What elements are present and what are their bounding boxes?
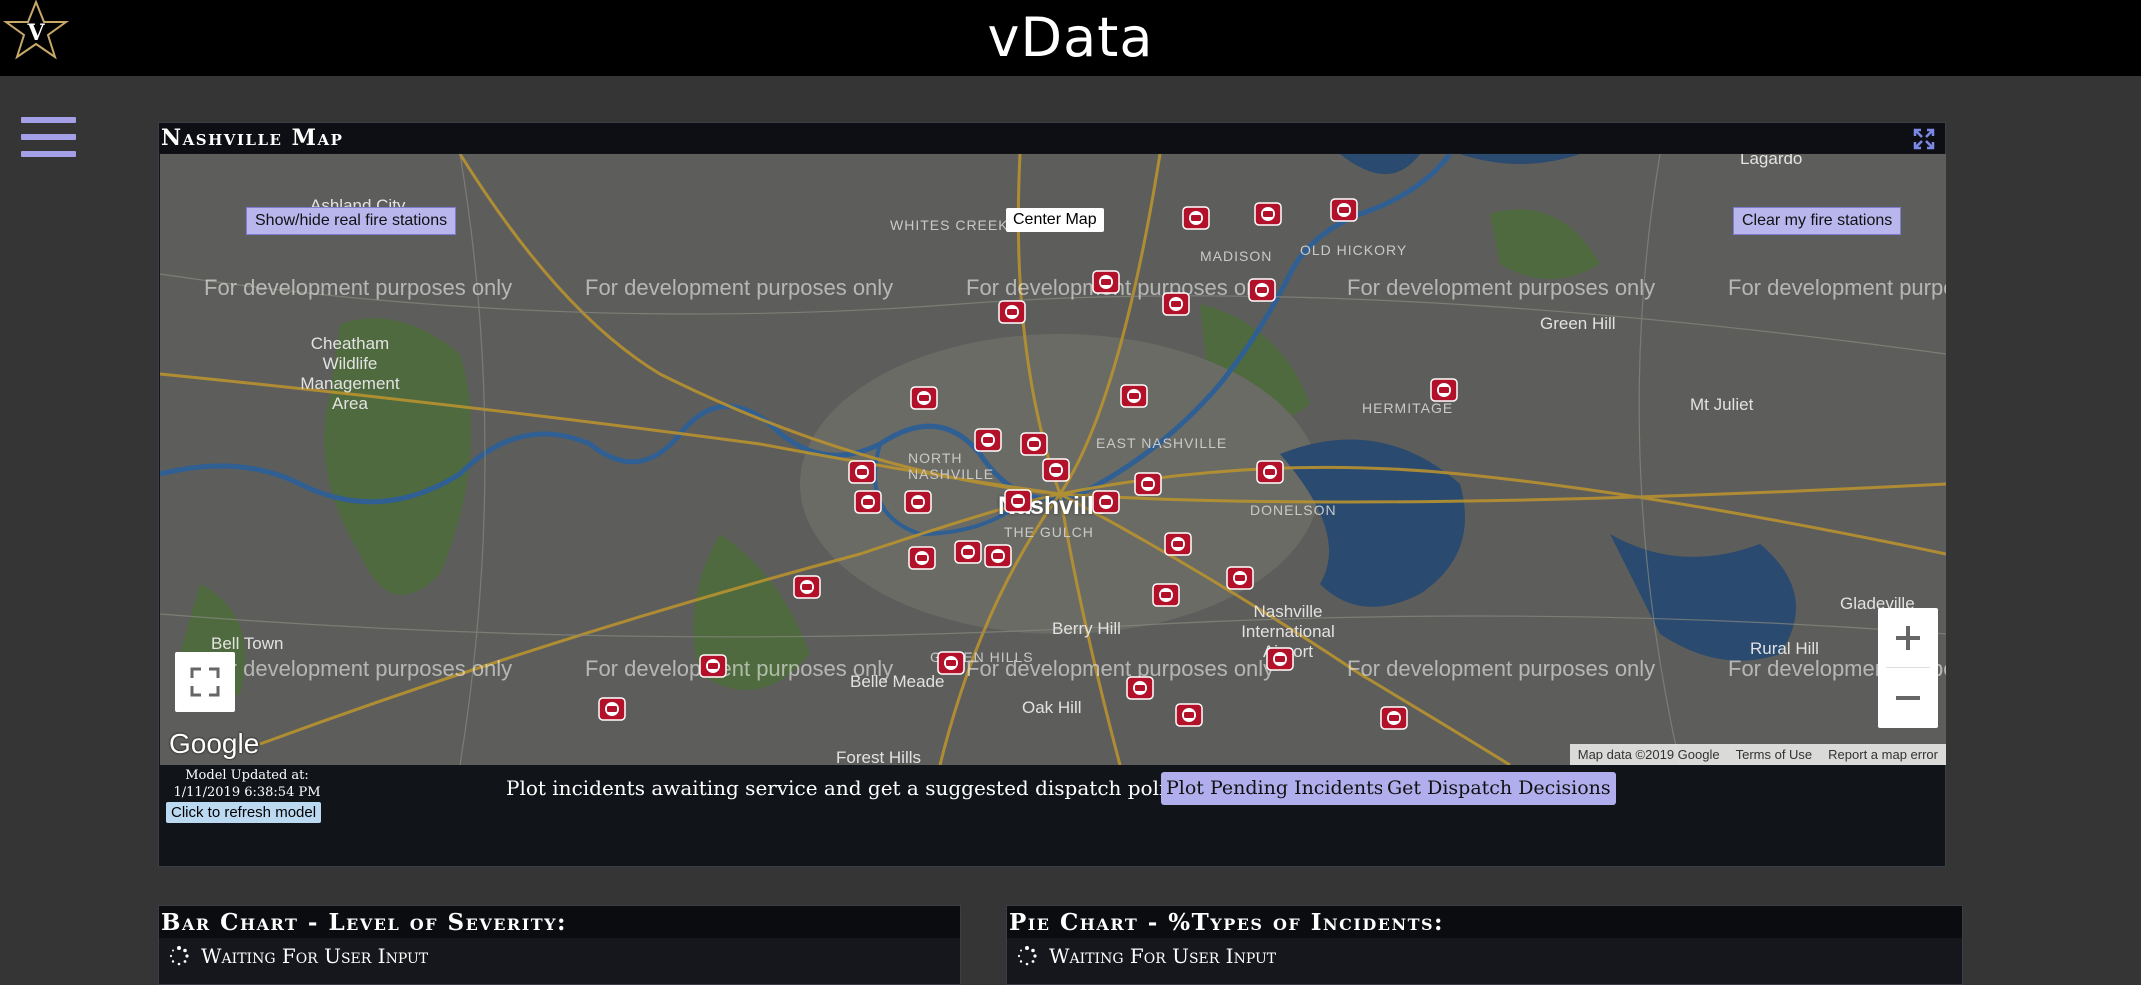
fire-station-marker-icon[interactable] [1226,566,1254,590]
fire-station-marker-icon[interactable] [598,697,626,721]
spinner-icon [1017,946,1037,966]
map-label-oak-hill: Oak Hill [1022,698,1082,717]
model-updated-label: Model Updated at: [185,768,309,783]
fire-station-marker-icon[interactable] [904,490,932,514]
google-map[interactable]: For development purposes only For develo… [160,154,1946,765]
fire-station-marker-icon[interactable] [1120,384,1148,408]
map-label-bell-town: Bell Town [211,634,284,653]
fire-station-marker-icon[interactable] [1004,489,1032,513]
map-data-text: Map data ©2019 Google [1577,747,1720,762]
fire-station-marker-icon[interactable] [848,460,876,484]
fire-station-marker-icon[interactable] [1134,472,1162,496]
pie-chart-header: Pie Chart - %Types of Incidents: [1007,906,1962,938]
zoom-out-icon[interactable] [1878,668,1938,727]
show-hide-fire-stations-button[interactable]: Show/hide real fire stations [246,207,457,235]
fire-station-marker-icon[interactable] [1266,647,1294,671]
map-label-forest-hills: Forest Hills [836,748,922,765]
fire-station-marker-icon[interactable] [1092,490,1120,514]
fire-station-marker-icon[interactable] [984,544,1012,568]
bar-chart-status: Waiting For User Input [169,944,428,968]
model-updated-time: 1/11/2019 6:38:54 PM [173,785,321,800]
map-label-whites-creek: WHITES CREEK [890,217,1009,233]
map-label-rural-hill: Rural Hill [1750,639,1819,658]
fire-station-marker-icon[interactable] [998,300,1026,324]
model-updated-info: Model Updated at: 1/11/2019 6:38:54 PM [167,767,327,801]
fire-station-marker-icon[interactable] [1380,706,1408,730]
fire-station-marker-icon[interactable] [1182,206,1210,230]
bar-chart-title: Bar Chart - Level of Severity: [161,909,568,936]
fire-station-marker-icon[interactable] [1256,460,1284,484]
expand-icon[interactable] [1913,128,1935,150]
map-label-madison: MADISON [1200,248,1273,264]
pie-chart-status: Waiting For User Input [1017,944,1276,968]
refresh-model-button[interactable]: Click to refresh model [166,802,322,823]
spinner-icon [169,946,189,966]
report-error-link[interactable]: Report a map error [1820,747,1946,762]
get-dispatch-decisions-button[interactable]: Get Dispatch Decisions [1382,772,1616,805]
map-label-north-nashville: NORTH NASHVILLE [908,450,995,482]
fire-station-marker-icon[interactable] [1430,378,1458,402]
fire-station-marker-icon[interactable] [793,575,821,599]
fire-station-marker-icon[interactable] [974,428,1002,452]
map-label-cheatham: Cheatham Wildlife Management Area [300,334,400,413]
fire-station-marker-icon[interactable] [1162,292,1190,316]
terms-link[interactable]: Terms of Use [1728,747,1821,762]
fire-station-marker-icon[interactable] [1330,198,1358,222]
pie-chart-status-text: Waiting For User Input [1049,944,1277,968]
pie-chart-title: Pie Chart - %Types of Incidents: [1009,909,1445,936]
fire-station-marker-icon[interactable] [1254,202,1282,226]
fire-station-marker-icon[interactable] [1126,676,1154,700]
map-label-mt-juliet: Mt Juliet [1690,395,1754,414]
map-label-east-nashville: EAST NASHVILLE [1096,435,1228,451]
zoom-control [1878,608,1938,728]
fire-station-marker-icon[interactable] [908,546,936,570]
map-attribution: Map data ©2019 Google Terms of Use Repor… [1569,744,1946,765]
fire-station-marker-icon[interactable] [1152,583,1180,607]
top-header: V vData [0,0,2141,76]
map-label-berry-hill: Berry Hill [1052,619,1121,638]
fire-station-marker-icon[interactable] [937,651,965,675]
fire-station-marker-icon[interactable] [1042,458,1070,482]
pie-chart-panel: Pie Chart - %Types of Incidents: Waiting… [1006,905,1963,985]
fire-station-marker-icon[interactable] [1248,278,1276,302]
fire-station-marker-icon[interactable] [1175,703,1203,727]
fire-station-marker-icon[interactable] [854,490,882,514]
map-label-donelson: DONELSON [1250,502,1337,518]
bar-chart-panel: Bar Chart - Level of Severity: Waiting F… [158,905,961,985]
pending-description: Plot incidents awaiting service and get … [506,776,1188,800]
fire-station-marker-icon[interactable] [1092,270,1120,294]
zoom-in-icon[interactable] [1878,608,1938,667]
map-panel-title: Nashville Map [161,125,344,151]
bar-chart-status-text: Waiting For User Input [201,944,429,968]
hamburger-menu-icon[interactable] [21,117,76,161]
map-panel: Nashville Map For development purposes o… [158,122,1946,867]
plot-pending-incidents-button[interactable]: Plot Pending Incidents [1161,772,1389,805]
center-map-button[interactable]: Center Map [1006,208,1104,232]
fullscreen-icon[interactable] [175,652,235,712]
map-label-lagardo: Lagardo [1740,154,1803,168]
bar-chart-header: Bar Chart - Level of Severity: [159,906,960,938]
map-label-hermitage: HERMITAGE [1362,400,1454,416]
fire-station-marker-icon[interactable] [954,540,982,564]
google-logo[interactable]: Google [169,728,259,760]
map-label-green-hill: Green Hill [1540,314,1616,333]
fire-station-marker-icon[interactable] [699,654,727,678]
app-title: vData [987,6,1154,69]
fire-station-marker-icon[interactable] [910,386,938,410]
map-label-old-hickory: OLD HICKORY [1300,242,1408,258]
map-panel-header: Nashville Map [159,123,1945,153]
clear-fire-stations-button[interactable]: Clear my fire stations [1733,207,1902,235]
map-label-the-gulch: THE GULCH [1004,524,1094,540]
map-label-belle-meade: Belle Meade [850,672,945,691]
fire-station-marker-icon[interactable] [1164,532,1192,556]
fire-station-marker-icon[interactable] [1020,432,1048,456]
